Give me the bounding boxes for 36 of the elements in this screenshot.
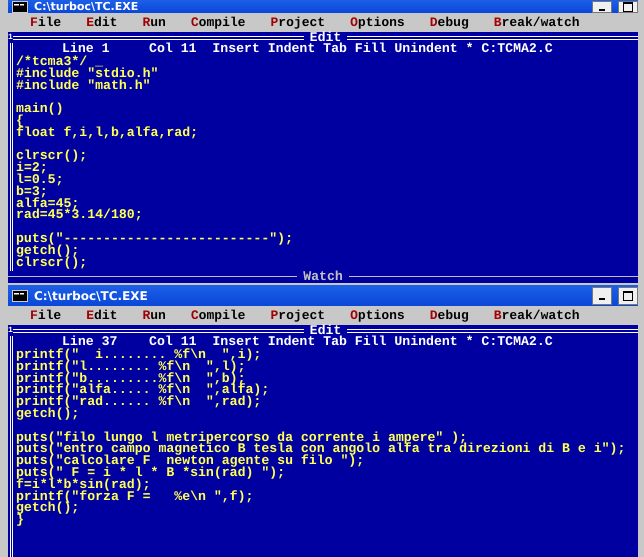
status-line: Line 1 Col 11 Insert Indent Tab Fill Unindent * C:TCMA2.C — [62, 43, 554, 56]
maximize-icon — [623, 2, 633, 12]
minimize-button[interactable] — [592, 286, 612, 304]
code-text[interactable]: /*tcma3*/ _ #include "stdio.h" #include "math.h" main() { float f,i,l,b,alfa,rad; clrscr(); i=2; l=0.5; b=3; alfa=45; rad=45*3.14/180; puts("--------------------------"); getch(); clrscr(); — [16, 56, 638, 268]
minimize-icon — [599, 9, 605, 11]
frame-title: Edit — [310, 32, 342, 43]
menu-item[interactable]: Break/watch — [494, 15, 580, 30]
window-title: C:\turboc\TC.EXE — [34, 288, 148, 302]
window-number: 1 — [8, 34, 13, 42]
frame-title: Watch — [302, 270, 344, 282]
console-icon — [12, 290, 28, 302]
maximize-button[interactable] — [618, 286, 638, 304]
window-title: C:\turboc\TC.EXE — [34, 0, 138, 13]
menu-item[interactable]: Options — [350, 15, 405, 30]
menu-item[interactable]: Project — [270, 15, 326, 30]
window-number: 1 — [8, 326, 13, 334]
menu-item[interactable]: File — [30, 308, 62, 323]
menu-item[interactable]: Options — [350, 308, 405, 323]
menu-item[interactable]: Debug — [430, 308, 469, 323]
frame-title: Edit — [310, 325, 342, 336]
menu-item[interactable]: Edit — [86, 15, 118, 30]
maximize-button[interactable] — [618, 1, 638, 13]
maximize-icon — [623, 290, 633, 300]
code-text[interactable]: printf(" i........ %f\n ",i); printf("l........ %f\n ",l); printf("b.........%f\n ",b); printf("alfa..... %f\n ",alfa); printf("rad...... %f\n ",rad); getch(); puts("filo lungo l metripercorso da corrente i ampere" ); puts("entro campo magnetico B tesla con angolo alfa tra direzioni di B e i"); puts("calcolare F newton agente su filo "); puts(" F = i * l * B *sin(rad) "); f=i*l*b*sin(rad); printf("forza F = %e\n ",f); getch(); } — [16, 349, 638, 526]
menu-item[interactable]: Compile — [190, 15, 246, 30]
menu-item[interactable]: Project — [270, 308, 326, 323]
menu-item[interactable]: Run — [142, 15, 166, 30]
menu-item[interactable]: Break/watch — [494, 308, 580, 323]
menu-item[interactable]: Debug — [430, 15, 469, 30]
menu-item[interactable]: Run — [142, 308, 166, 323]
minimize-button[interactable] — [592, 1, 612, 13]
minimize-icon — [599, 298, 605, 300]
menu-item[interactable]: Edit — [86, 308, 118, 323]
menu-item[interactable]: Compile — [190, 308, 246, 323]
status-line: Line 37 Col 11 Insert Indent Tab Fill Unindent * C:TCMA2.C — [62, 336, 554, 349]
menu-item[interactable]: File — [30, 15, 62, 30]
